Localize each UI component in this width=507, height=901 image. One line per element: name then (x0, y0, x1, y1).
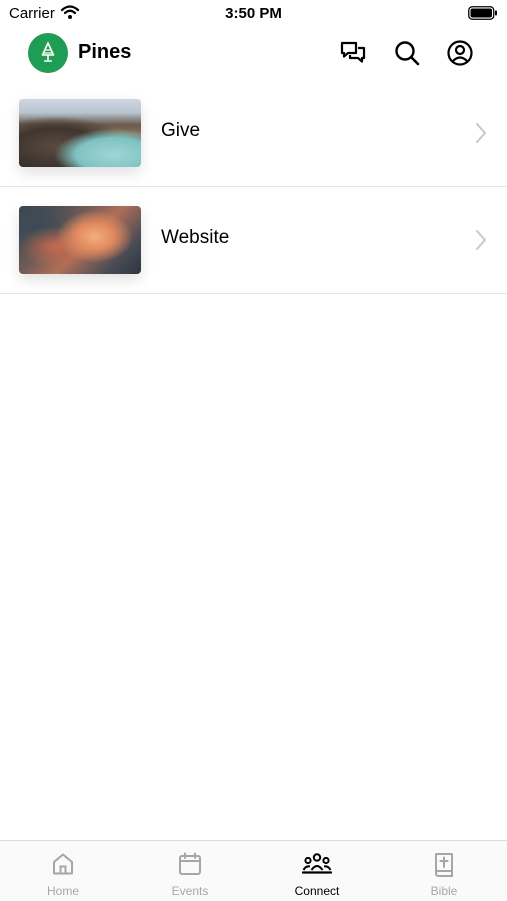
people-icon (301, 851, 333, 882)
tab-connect[interactable]: Connect (254, 841, 380, 901)
list-item-give[interactable]: Give (0, 80, 507, 187)
search-icon[interactable] (393, 39, 421, 67)
profile-icon[interactable] (446, 39, 474, 67)
give-thumbnail (19, 99, 141, 167)
status-bar: Carrier 3:50 PM (0, 0, 507, 28)
connect-list: Give Website (0, 80, 507, 294)
tree-icon (41, 42, 55, 62)
tab-label: Bible (430, 884, 458, 898)
tab-bar: Home Events Connect Bible (0, 840, 507, 901)
bible-icon (431, 851, 457, 882)
list-item-website[interactable]: Website (0, 187, 507, 294)
app-logo[interactable] (28, 33, 68, 73)
battery-icon (468, 6, 498, 25)
calendar-icon (177, 851, 203, 882)
tab-bible[interactable]: Bible (381, 841, 507, 901)
website-thumbnail (19, 206, 141, 274)
tab-events[interactable]: Events (127, 841, 253, 901)
tab-label: Events (171, 884, 209, 898)
app-header: Pines (0, 28, 507, 78)
tab-home[interactable]: Home (0, 841, 126, 901)
list-item-label: Website (161, 227, 230, 248)
status-time: 3:50 PM (225, 5, 282, 22)
app-title: Pines (78, 41, 132, 63)
chevron-right-icon (475, 229, 487, 256)
tab-label: Home (46, 884, 79, 898)
chat-icon[interactable] (339, 39, 367, 67)
home-icon (50, 851, 76, 882)
list-item-label: Give (161, 120, 201, 141)
tab-label: Connect (294, 884, 340, 898)
chevron-right-icon (475, 122, 487, 149)
